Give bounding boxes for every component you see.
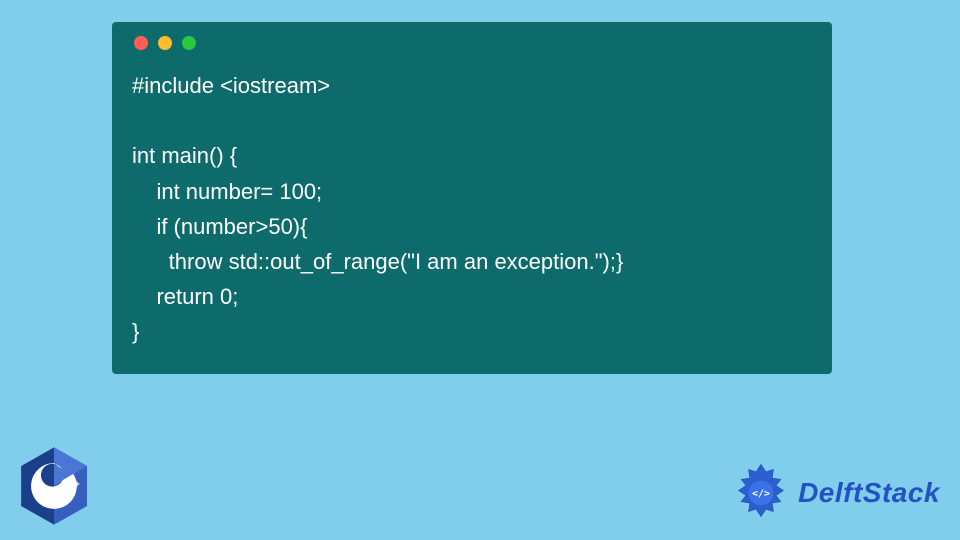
code-window: #include <iostream> int main() { int num… xyxy=(112,22,832,374)
close-icon xyxy=(134,36,148,50)
delftstack-emblem-icon: </> xyxy=(730,462,792,524)
minimize-icon xyxy=(158,36,172,50)
svg-text:+: + xyxy=(65,479,71,490)
svg-text:+: + xyxy=(74,479,80,490)
window-titlebar xyxy=(134,36,812,50)
code-block: #include <iostream> int main() { int num… xyxy=(132,68,812,350)
delftstack-label: DelftStack xyxy=(798,477,940,509)
delftstack-logo: </> DelftStack xyxy=(730,462,940,524)
cpp-logo-icon: + + xyxy=(18,446,90,526)
svg-text:</>: </> xyxy=(752,489,770,500)
maximize-icon xyxy=(182,36,196,50)
